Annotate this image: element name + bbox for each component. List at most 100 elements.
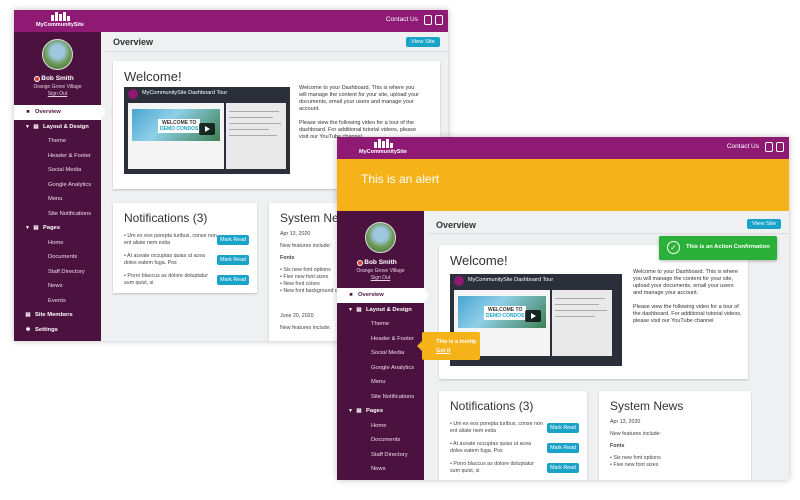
sidebar-item-google-analytics[interactable]: Google Analytics — [337, 361, 424, 376]
sidebar: Bob Smith Orange Grove Village Sign Out … — [337, 211, 429, 480]
sidebar-item-label: Pages — [366, 408, 384, 415]
contact-us-link[interactable]: Contact Us — [386, 16, 418, 23]
caret-down-icon: ▼ — [25, 123, 30, 130]
sidebar-item-theme[interactable]: Theme — [14, 134, 101, 149]
site-logo[interactable]: MyCommunitySite — [357, 139, 409, 157]
mail-icon[interactable] — [765, 142, 773, 152]
sidebar-item-home[interactable]: Home — [337, 419, 424, 434]
logo-building-icon — [50, 12, 70, 21]
alert-banner: This is an alert — [337, 159, 789, 211]
sidebar-item-layout-design[interactable]: ▼ ▤ Layout & Design — [14, 120, 101, 135]
system-news-heading: System News — [610, 399, 684, 413]
sidebar-item-label: Site Members — [35, 312, 73, 319]
news-feature-text: New font colors — [283, 281, 320, 287]
sidebar-item-menu[interactable]: Menu — [14, 192, 101, 207]
sidebar-item-events[interactable]: Events — [14, 294, 101, 309]
tooltip: This is a tooltip Got it — [417, 332, 480, 360]
notification-text: • At aceate occuptas quias ut acea doles… — [124, 253, 206, 266]
alert-text: This is an alert — [361, 172, 440, 186]
system-news-card: System News Apr 13, 2020 New features in… — [599, 391, 751, 480]
sidebar-nav: ■ Overview ▼ ▤ Layout & Design Theme Header… — [337, 288, 429, 477]
mark-read-button[interactable]: Mark Read — [217, 235, 249, 245]
sidebar-item-header-footer[interactable]: Header & Footer — [337, 332, 424, 347]
mark-read-button[interactable]: Mark Read — [547, 423, 579, 433]
notifications-card: Notifications (3) • Um ex eos porepta tu… — [113, 203, 257, 293]
video-text-line — [555, 310, 607, 311]
sidebar-item-site-members[interactable]: ▤ Site Members — [14, 308, 101, 323]
video-text-line — [229, 135, 277, 136]
video-text-line — [229, 123, 281, 124]
dashboard-icon: ■ — [349, 292, 353, 299]
mail-icon[interactable] — [424, 15, 432, 25]
sidebar-item-menu[interactable]: Menu — [337, 375, 424, 390]
notification-text: • Porro blaccus as dolore doluptatur sum… — [450, 461, 535, 474]
play-icon[interactable] — [525, 310, 541, 322]
site-logo[interactable]: MyCommunitySite — [34, 12, 86, 30]
sidebar-item-overview[interactable]: ■ Overview — [337, 288, 429, 303]
sidebar-item-site-notifications[interactable]: Site Notifications — [14, 207, 101, 222]
sidebar-item-social-media[interactable]: Social Media — [337, 346, 424, 361]
phone-icon[interactable] — [776, 142, 784, 152]
sidebar-item-header-footer[interactable]: Header & Footer — [14, 149, 101, 164]
welcome-heading: Welcome! — [124, 69, 182, 84]
mark-read-button[interactable]: Mark Read — [547, 443, 579, 453]
sidebar-item-overview[interactable]: ■ Overview — [14, 105, 106, 120]
avatar[interactable] — [365, 222, 396, 253]
phone-icon[interactable] — [435, 15, 443, 25]
sidebar-item-google-analytics[interactable]: Google Analytics — [14, 178, 101, 193]
mark-read-button[interactable]: Mark Read — [217, 255, 249, 265]
notification-item-text: Porro blaccus as dolore doluptatur sum q… — [450, 461, 535, 474]
sidebar-item-theme[interactable]: Theme — [337, 317, 424, 332]
notifications-card: Notifications (3) • Um ex eos porepta tu… — [439, 391, 587, 480]
video-overlay-line2: DEMO CONDOS — [160, 126, 199, 132]
sidebar-item-settings[interactable]: ✱ Settings — [14, 323, 101, 338]
sidebar-item-news[interactable]: News — [337, 462, 424, 477]
video-player[interactable]: MyCommunitySite Dashboard Tour WELCOME T… — [124, 87, 290, 174]
user-organization: Orange Grove Village — [356, 268, 405, 274]
news-feature: • Five new font sizes — [610, 462, 659, 468]
notification-item-text: Um ex eos porepta turibus, conse non ent… — [124, 233, 217, 246]
mark-read-button[interactable]: Mark Read — [547, 463, 579, 473]
sidebar-item-site-notifications[interactable]: Site Notifications — [337, 390, 424, 405]
notifications-heading: Notifications (3) — [124, 211, 208, 225]
play-icon[interactable] — [199, 123, 215, 135]
sign-out-link[interactable]: Sign Out — [14, 91, 101, 97]
pages-icon: ▤ — [356, 408, 362, 415]
sidebar-item-pages[interactable]: ▼ ▤ Pages — [337, 404, 424, 419]
sidebar-item-layout-design[interactable]: ▼ ▤ Layout & Design — [337, 303, 424, 318]
sidebar-item-social-media[interactable]: Social Media — [14, 163, 101, 178]
sidebar-item-home[interactable]: Home — [14, 236, 101, 251]
view-site-button[interactable]: View Site — [746, 219, 781, 229]
news-feature: • Six new font options — [610, 455, 661, 461]
sidebar-item-label: Layout & Design — [366, 306, 412, 313]
welcome-text: Welcome to your Dashboard. This is where… — [299, 85, 419, 141]
notification-item: • Porro blaccus as dolore doluptatur sum… — [124, 273, 249, 291]
stage: MyCommunitySite Contact Us Bob Smith Ora… — [0, 0, 800, 500]
notification-item-text: At aceate occuptas quias ut acea doles e… — [450, 441, 532, 454]
news-feature-text: Five new font sizes — [283, 274, 329, 280]
logo-text: MyCommunitySite — [359, 149, 407, 155]
dashboard-icon: ■ — [26, 109, 30, 116]
sidebar-item-staff-directory[interactable]: Staff Directory — [337, 448, 424, 463]
notification-text: • Porro blaccus as dolore doluptatur sum… — [124, 273, 209, 286]
sidebar-item-label: Settings — [35, 326, 58, 333]
video-text-line — [229, 129, 269, 130]
notification-text: • Um ex eos porepta turibus, conse non e… — [124, 233, 217, 246]
contact-us-link[interactable]: Contact Us — [727, 143, 759, 150]
sign-out-link[interactable]: Sign Out — [337, 275, 424, 281]
notifications-heading: Notifications (3) — [450, 399, 534, 413]
sidebar-item-staff-directory[interactable]: Staff Directory — [14, 265, 101, 280]
page-title: Overview — [436, 220, 477, 230]
page-title: Overview — [113, 37, 154, 47]
sidebar-item-documents[interactable]: Documents — [14, 250, 101, 265]
caret-down-icon: ▼ — [25, 225, 30, 232]
action-confirmation-toast: ✓ This is an Action Confirmation — [659, 236, 777, 260]
view-site-button[interactable]: View Site — [405, 37, 440, 47]
tooltip-got-it-link[interactable]: Got it — [436, 348, 450, 354]
mark-read-button[interactable]: Mark Read — [217, 275, 249, 285]
notification-item-text: At aceate occuptas quias ut acea doles e… — [124, 253, 206, 266]
sidebar-item-news[interactable]: News — [14, 279, 101, 294]
sidebar-item-documents[interactable]: Documents — [337, 433, 424, 448]
sidebar-item-pages[interactable]: ▼ ▤ Pages — [14, 221, 101, 236]
avatar[interactable] — [42, 39, 73, 70]
